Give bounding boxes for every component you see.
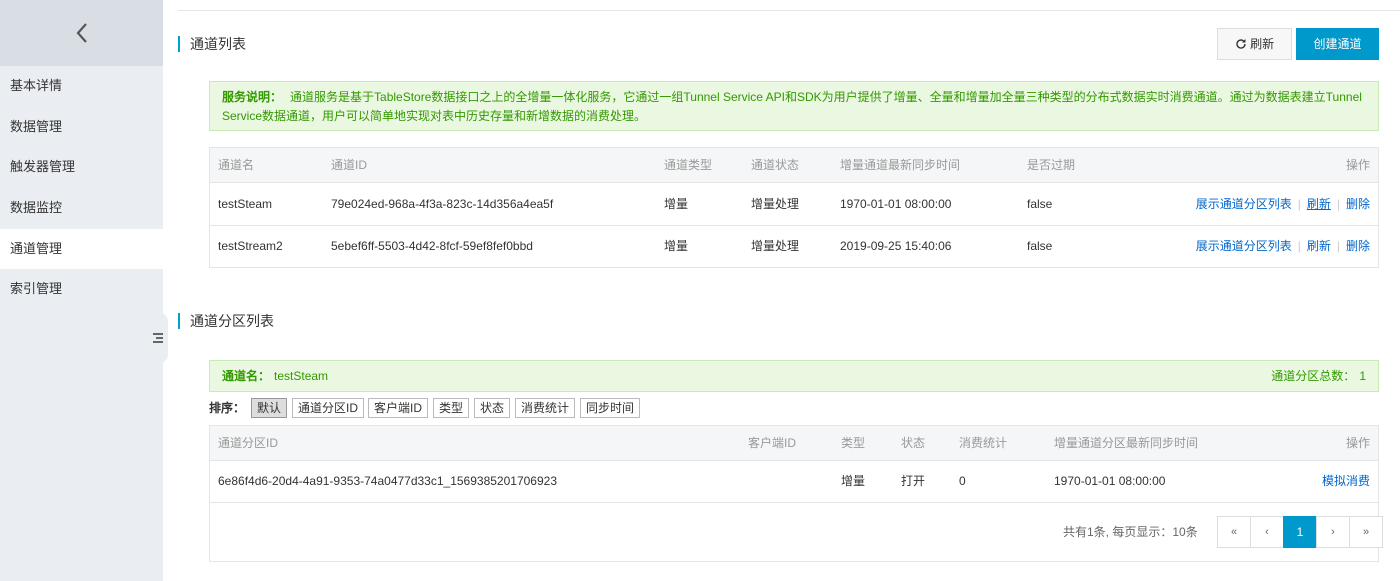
partition-status: 打开 — [901, 474, 926, 488]
partition-total-label: 通道分区总数： — [1271, 369, 1356, 383]
table-header: 通道名 通道ID 通道类型 通道状态 增量通道最新同步时间 是否过期 操作 — [210, 148, 1378, 182]
sidebar-item-data-management[interactable]: 数据管理 — [0, 107, 163, 148]
refresh-button-label: 刷新 — [1250, 37, 1275, 51]
partition-total-value: 1 — [1359, 369, 1366, 383]
column-header: 增量通道分区最新同步时间 — [1054, 436, 1199, 450]
refresh-button[interactable]: 刷新 — [1217, 28, 1292, 60]
tunnel-table: 通道名 通道ID 通道类型 通道状态 增量通道最新同步时间 是否过期 操作 te… — [209, 147, 1379, 268]
tunnel-name-value: testSteam — [274, 369, 329, 383]
tunnel-type: 增量 — [664, 197, 689, 211]
sort-consumption-button[interactable]: 消费统计 — [515, 398, 576, 418]
divider — [178, 10, 1400, 11]
sidebar-item-trigger-management[interactable]: 触发器管理 — [0, 147, 163, 188]
next-page-button[interactable]: › — [1316, 516, 1350, 548]
table-row: 6e86f4d6-20d4-4a91-9353-74a0477d33c1_156… — [210, 460, 1378, 502]
simulate-consume-link[interactable]: 模拟消费 — [1322, 461, 1370, 502]
column-header: 通道分区ID — [218, 436, 279, 450]
sort-client-id-button[interactable]: 客户端ID — [368, 398, 429, 418]
sort-default-button[interactable]: 默认 — [251, 398, 288, 418]
refresh-icon — [1236, 39, 1246, 49]
column-header: 客户端ID — [748, 436, 797, 450]
delete-link[interactable]: 删除 — [1346, 197, 1370, 211]
delete-link[interactable]: 删除 — [1346, 239, 1370, 253]
sort-partition-id-button[interactable]: 通道分区ID — [292, 398, 365, 418]
tunnel-expired: false — [1027, 197, 1053, 211]
column-header: 通道ID — [331, 158, 368, 172]
tunnel-status: 增量处理 — [751, 239, 800, 253]
sidebar-item-tunnel-management[interactable]: 通道管理 — [0, 228, 163, 270]
partition-type: 增量 — [841, 474, 866, 488]
refresh-link[interactable]: 刷新 — [1307, 197, 1331, 211]
column-header: 增量通道最新同步时间 — [840, 158, 961, 172]
show-partitions-link[interactable]: 展示通道分区列表 — [1196, 239, 1292, 253]
column-header: 通道状态 — [751, 158, 800, 172]
tunnel-name-label: 通道名： — [222, 369, 271, 383]
main-content: 通道列表 刷新 创建通道 服务说明： 通道服务是基于TableStore数据接口之… — [163, 0, 1400, 581]
tunnel-status: 增量处理 — [751, 197, 800, 211]
page-1-button[interactable]: 1 — [1283, 516, 1317, 548]
partition-summary-bar: 通道名： testSteam 通道分区总数： 1 — [209, 360, 1379, 392]
sidebar-item-basic-details[interactable]: 基本详情 — [0, 66, 163, 107]
row-actions: 展示通道分区列表 | 刷新 | 删除 — [1195, 239, 1370, 253]
sort-status-button[interactable]: 状态 — [474, 398, 511, 418]
column-header: 通道名 — [218, 158, 255, 172]
tunnel-sync-time: 1970-01-01 08:00:00 — [840, 197, 952, 211]
last-page-button[interactable]: » — [1349, 516, 1383, 548]
sort-label: 排序： — [209, 401, 246, 415]
tunnel-list-title: 通道列表 — [178, 36, 246, 52]
partition-id: 6e86f4d6-20d4-4a91-9353-74a0477d33c1_156… — [218, 474, 557, 488]
sort-sync-time-button[interactable]: 同步时间 — [580, 398, 641, 418]
partition-table: 通道分区ID 客户端ID 类型 状态 消费统计 增量通道分区最新同步时间 操作 … — [209, 425, 1379, 562]
back-button[interactable] — [0, 0, 163, 66]
notice-text: 通道服务是基于TableStore数据接口之上的全增量一体化服务，它通过一组Tu… — [222, 90, 1362, 123]
first-page-button[interactable]: « — [1217, 516, 1251, 548]
notice-prefix: 服务说明： — [222, 90, 283, 104]
column-header: 通道类型 — [664, 158, 713, 172]
column-header: 操作 — [1345, 158, 1370, 172]
refresh-link[interactable]: 刷新 — [1307, 239, 1331, 253]
pagination-summary: 共有1条, 每页显示：10条 — [1063, 525, 1198, 539]
tunnel-sync-time: 2019-09-25 15:40:06 — [840, 239, 952, 253]
sidebar-item-index-management[interactable]: 索引管理 — [0, 269, 163, 310]
tunnel-type: 增量 — [664, 239, 689, 253]
partition-consumed: 0 — [959, 474, 966, 488]
column-header: 是否过期 — [1027, 158, 1076, 172]
pagination-row: 共有1条, 每页显示：10条 — [210, 502, 1378, 561]
partition-sync-time: 1970-01-01 08:00:00 — [1054, 474, 1166, 488]
column-header: 操作 — [1345, 436, 1370, 450]
partition-list-title: 通道分区列表 — [178, 313, 274, 329]
create-tunnel-button[interactable]: 创建通道 — [1296, 28, 1379, 60]
tunnel-expired: false — [1027, 239, 1053, 253]
table-row: testStream2 5ebef6ff-5503-4d42-8fcf-59ef… — [210, 225, 1378, 267]
column-header: 类型 — [841, 436, 866, 450]
tunnel-name: testStream2 — [218, 239, 283, 253]
partition-total: 通道分区总数： 1 — [1271, 361, 1366, 391]
service-notice: 服务说明： 通道服务是基于TableStore数据接口之上的全增量一体化服务，它通… — [209, 81, 1379, 131]
tunnel-name: testSteam — [218, 197, 273, 211]
sort-type-button[interactable]: 类型 — [433, 398, 470, 418]
column-header: 状态 — [901, 436, 926, 450]
tunnel-id: 79e024ed-968a-4f3a-823c-14d356a4ea5f — [331, 197, 554, 211]
row-actions: 展示通道分区列表 | 刷新 | 删除 — [1195, 197, 1370, 211]
column-header: 消费统计 — [959, 436, 1008, 450]
prev-page-button[interactable]: ‹ — [1250, 516, 1284, 548]
sidebar: 基本详情 数据管理 触发器管理 数据监控 通道管理 索引管理 — [0, 0, 163, 581]
show-partitions-link[interactable]: 展示通道分区列表 — [1196, 197, 1292, 211]
table-row: testSteam 79e024ed-968a-4f3a-823c-14d356… — [210, 182, 1378, 225]
chevron-left-icon — [76, 23, 87, 43]
sidebar-item-data-monitoring[interactable]: 数据监控 — [0, 188, 163, 229]
tunnel-id: 5ebef6ff-5503-4d42-8fcf-59ef8fef0bbd — [331, 239, 533, 253]
table-header: 通道分区ID 客户端ID 类型 状态 消费统计 增量通道分区最新同步时间 操作 — [210, 426, 1378, 460]
